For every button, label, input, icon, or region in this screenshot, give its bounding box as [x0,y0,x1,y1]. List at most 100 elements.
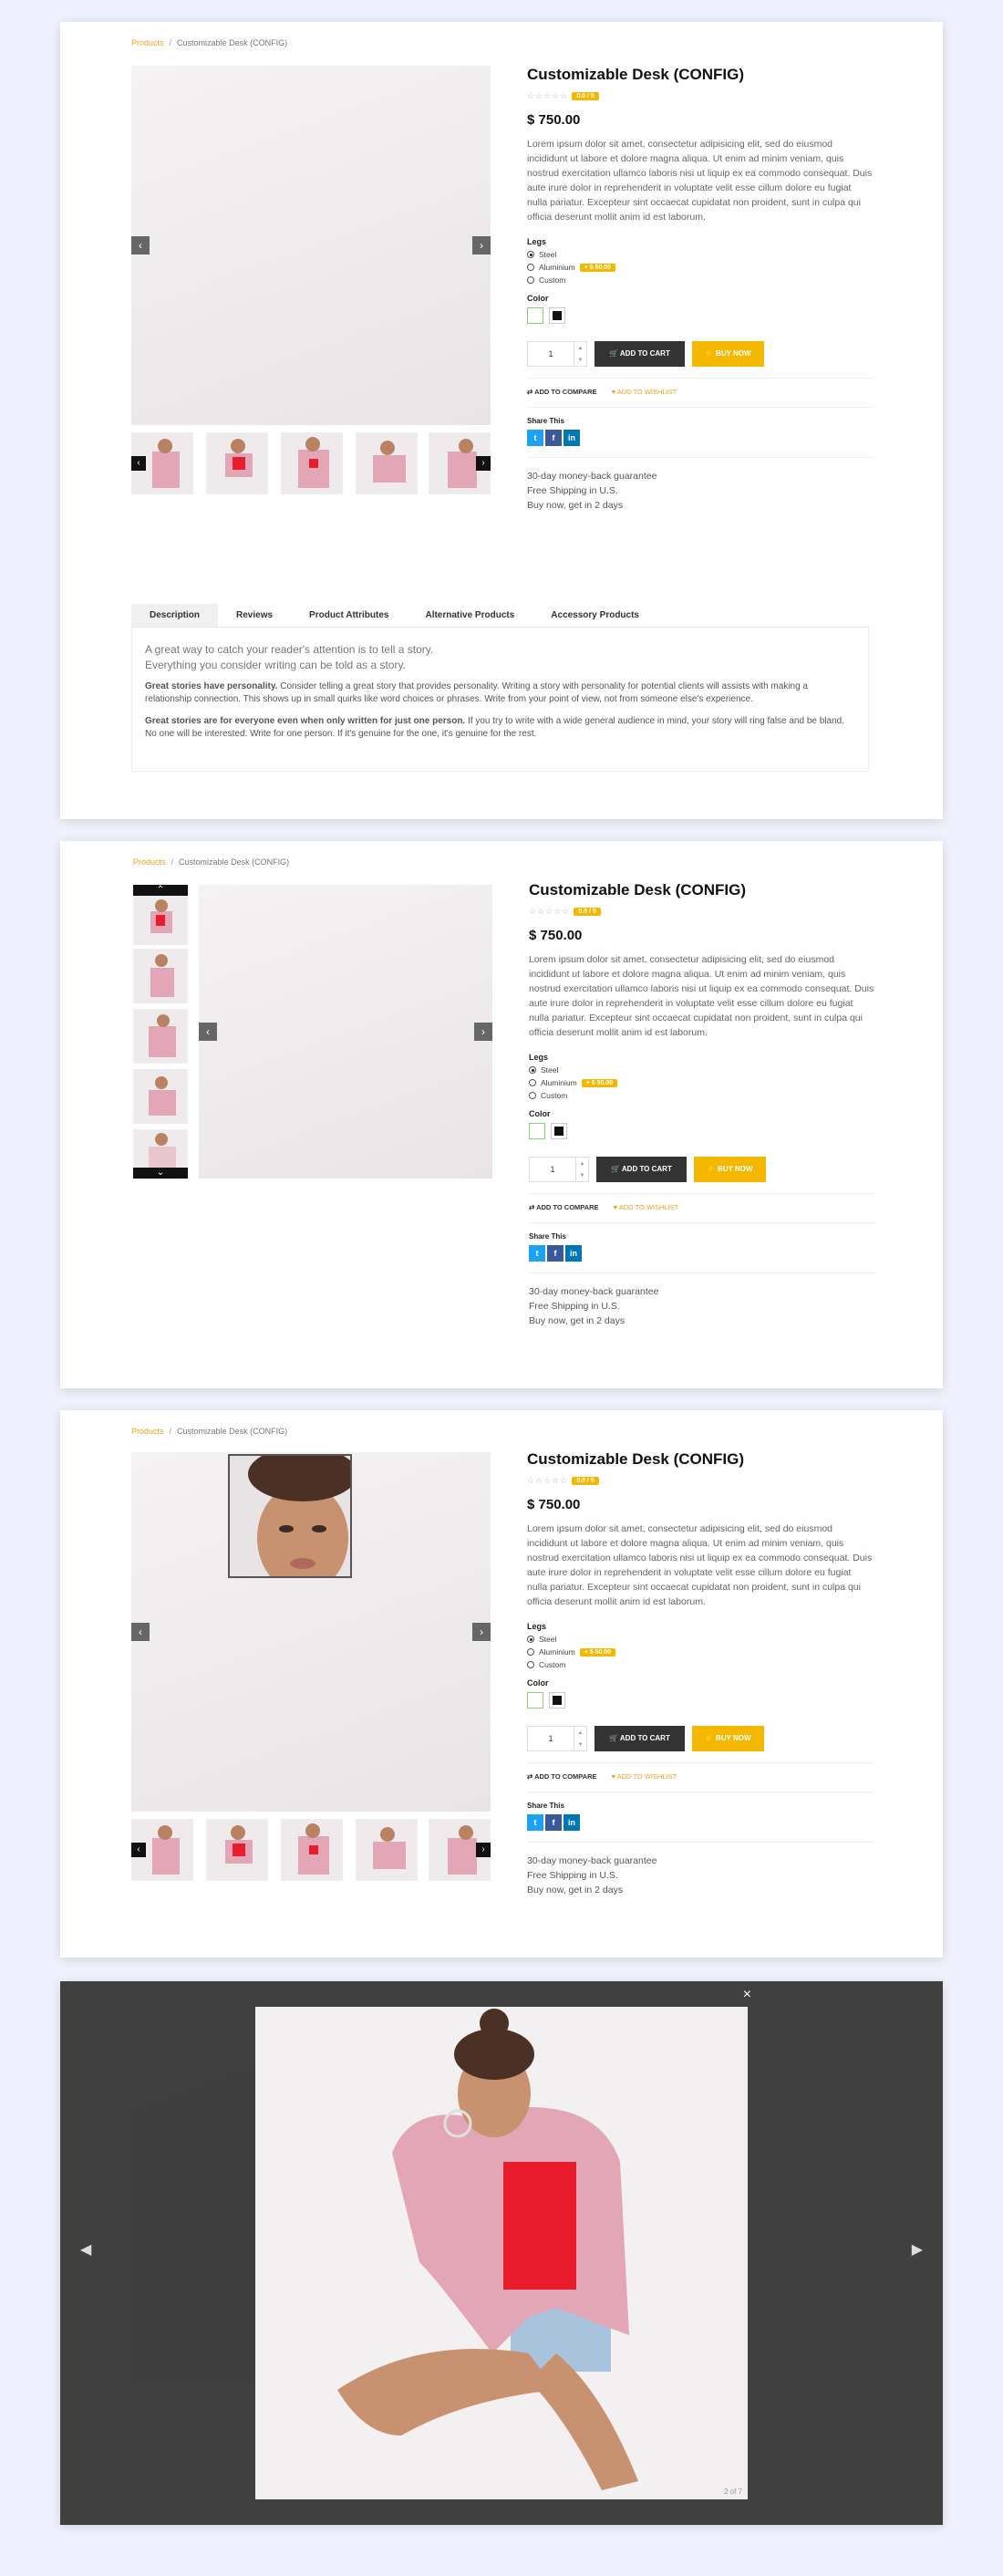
radio-icon[interactable] [527,276,534,284]
thumbnail-2[interactable] [133,949,188,1003]
color-swatch-black[interactable] [549,307,565,324]
thumbnail-next-arrow[interactable]: › [476,456,491,471]
legs-option-aluminium[interactable]: Aluminium + $ 50.00 [529,1078,884,1087]
add-to-compare-link[interactable]: ⇄ ADD TO COMPARE [529,1203,599,1211]
thumbnail-3[interactable] [133,1009,188,1064]
share-label: Share This [527,417,564,425]
twitter-icon[interactable]: t [527,430,543,446]
main-product-image[interactable]: ‹ › [131,1452,491,1812]
add-to-compare-link[interactable]: ⇄ ADD TO COMPARE [527,388,597,396]
linkedin-icon[interactable]: in [564,430,580,446]
image-prev-arrow[interactable]: ‹ [199,1023,217,1041]
color-swatch-black[interactable] [551,1123,567,1139]
twitter-icon[interactable]: t [527,1814,543,1831]
breadcrumb-products-link[interactable]: Products [131,38,164,47]
thumbnail-3[interactable] [281,1819,343,1881]
quantity-stepper[interactable]: 1 ▲ ▼ [529,1157,589,1182]
radio-checked-icon[interactable] [529,1066,536,1074]
add-to-cart-button[interactable]: 🛒 ADD TO CART [595,341,685,367]
increment-icon[interactable]: ▲ [574,1730,586,1736]
color-swatch-white[interactable] [529,1123,545,1139]
quantity-stepper[interactable]: 1 ▲ ▼ [527,1726,587,1751]
facebook-icon[interactable]: f [547,1245,564,1262]
lightbox-prev-arrow[interactable]: ◀ [80,2240,91,2259]
thumbnail-prev-arrow[interactable]: ‹ [131,1843,146,1857]
quantity-value[interactable]: 1 [530,1165,575,1174]
add-to-wishlist-link[interactable]: ♥ ADD TO WISHLIST [612,1772,677,1781]
tab-product-attributes[interactable]: Product Attributes [291,604,407,627]
increment-icon[interactable]: ▲ [574,346,586,351]
legs-option-steel[interactable]: Steel [529,1065,884,1075]
image-next-arrow[interactable]: › [472,1623,491,1641]
legs-option-custom[interactable]: Custom [529,1091,884,1100]
legs-option-custom[interactable]: Custom [527,1660,883,1669]
legs-option-steel[interactable]: Steel [527,1635,883,1644]
thumbnail-4[interactable] [356,432,418,494]
legs-option-custom[interactable]: Custom [527,275,883,285]
lightbox-close-button[interactable]: × [743,1987,751,2003]
zoom-lens[interactable] [228,1454,352,1578]
add-to-cart-button[interactable]: 🛒 ADD TO CART [595,1726,685,1751]
add-to-wishlist-link[interactable]: ♥ ADD TO WISHLIST [614,1203,679,1211]
tab-accessory-products[interactable]: Accessory Products [533,604,657,627]
tab-reviews[interactable]: Reviews [218,604,291,627]
color-swatch-white[interactable] [527,1692,543,1709]
quantity-value[interactable]: 1 [528,1734,574,1743]
increment-icon[interactable]: ▲ [576,1161,588,1167]
image-next-arrow[interactable]: › [474,1023,492,1041]
radio-icon[interactable] [529,1092,536,1099]
product-price: $ 750.00 [529,928,583,943]
linkedin-icon[interactable]: in [565,1245,582,1262]
thumbnail-prev-arrow[interactable]: ‹ [131,456,146,471]
legs-option-steel[interactable]: Steel [527,250,883,259]
breadcrumb-products-link[interactable]: Products [131,1427,164,1436]
image-prev-arrow[interactable]: ‹ [131,236,150,254]
thumbnail-3[interactable] [281,432,343,494]
vertical-thumbnails: ⌃ ⌄ [133,885,188,1179]
color-swatch-black[interactable] [549,1692,565,1709]
tab-alternative-products[interactable]: Alternative Products [407,604,533,627]
color-swatch-white[interactable] [527,307,543,324]
tab-description[interactable]: Description [131,604,219,627]
lightbox-next-arrow[interactable]: ▶ [912,2240,923,2259]
legs-option-aluminium[interactable]: Aluminium + $ 50.00 [527,1647,883,1657]
thumbnail-2[interactable] [206,432,268,494]
add-to-wishlist-link[interactable]: ♥ ADD TO WISHLIST [612,388,677,396]
decrement-icon[interactable]: ▼ [576,1173,588,1179]
thumbnail-4[interactable] [133,1069,188,1124]
secondary-actions: ⇄ ADD TO COMPARE ♥ ADD TO WISHLIST [527,388,883,396]
radio-icon[interactable] [527,1661,534,1668]
main-product-image[interactable]: ‹ › [131,66,491,425]
buy-now-button[interactable]: ⚡ BUY NOW [693,1157,766,1182]
radio-icon[interactable] [527,264,534,271]
main-product-image[interactable]: ‹ › [199,885,492,1179]
decrement-icon[interactable]: ▼ [574,358,586,363]
thumbnail-2[interactable] [206,1819,268,1881]
color-label: Color [529,1109,551,1118]
buy-now-button[interactable]: ⚡ BUY NOW [691,341,764,367]
legs-option-aluminium[interactable]: Aluminium + $ 50.00 [527,263,883,272]
radio-icon[interactable] [527,1648,534,1656]
product-info: Customizable Desk (CONFIG) ☆☆☆☆☆ 0.0 / 5 … [527,1450,883,1897]
radio-icon[interactable] [529,1079,536,1086]
image-prev-arrow[interactable]: ‹ [131,1623,150,1641]
breadcrumb-products-link[interactable]: Products [133,857,166,867]
facebook-icon[interactable]: f [545,430,562,446]
quantity-stepper[interactable]: 1 ▲ ▼ [527,341,587,367]
thumbnail-1[interactable] [133,896,188,945]
thumbnail-up-arrow[interactable]: ⌃ [133,885,188,896]
add-to-compare-link[interactable]: ⇄ ADD TO COMPARE [527,1772,597,1781]
radio-checked-icon[interactable] [527,1636,534,1643]
facebook-icon[interactable]: f [545,1814,562,1831]
thumbnail-next-arrow[interactable]: › [476,1843,491,1857]
decrement-icon[interactable]: ▼ [574,1742,586,1748]
twitter-icon[interactable]: t [529,1245,545,1262]
thumbnail-down-arrow[interactable]: ⌄ [133,1168,188,1179]
thumbnail-4[interactable] [356,1819,418,1881]
quantity-value[interactable]: 1 [528,349,574,358]
image-next-arrow[interactable]: › [472,236,491,254]
linkedin-icon[interactable]: in [564,1814,580,1831]
buy-now-button[interactable]: ⚡ BUY NOW [691,1726,764,1751]
radio-checked-icon[interactable] [527,251,534,258]
add-to-cart-button[interactable]: 🛒 ADD TO CART [596,1157,687,1182]
